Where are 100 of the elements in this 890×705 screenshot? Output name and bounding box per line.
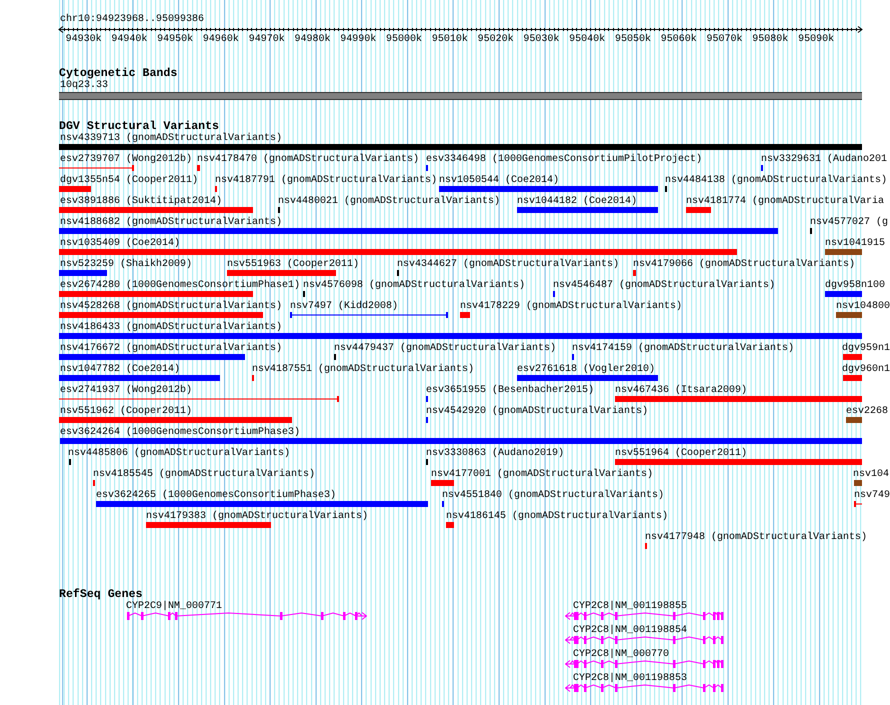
variant-label[interactable]: nsv4339713 (gnomADStructuralVariants) bbox=[60, 133, 282, 144]
variant-label[interactable]: nsv4484138 (gnomADStructuralVariants) bbox=[665, 175, 888, 186]
variant-label[interactable]: nsv4179383 (gnomADStructuralVariants) bbox=[146, 511, 368, 522]
variant-bar[interactable] bbox=[227, 270, 336, 276]
variant-label[interactable]: nsv4177948 (gnomADStructuralVariants) bbox=[645, 532, 868, 543]
variant-bar[interactable] bbox=[197, 165, 200, 171]
variant-label[interactable]: esv3624264 (1000GenomesConsortiumPhase3) bbox=[60, 427, 300, 438]
gene-label[interactable]: CYP2C9|NM_000771 bbox=[126, 601, 222, 612]
variant-label[interactable]: nsv4186145 (gnomADStructuralVariants) bbox=[446, 511, 668, 522]
variant-label[interactable]: nsv4177001 (gnomADStructuralVariants) bbox=[431, 469, 654, 480]
variant-label[interactable]: esv3624265 (1000GenomesConsortiumPhase3) bbox=[96, 490, 336, 501]
variant-label[interactable]: nsv4576098 (gnomADStructuralVariants) bbox=[303, 280, 526, 291]
variant-label[interactable]: dgv959n1 bbox=[842, 343, 890, 354]
variant-label[interactable]: nsv4185545 (gnomADStructuralVariants) bbox=[93, 469, 316, 480]
variant-label[interactable]: nsv104800 bbox=[836, 301, 890, 312]
variant-label[interactable]: nsv4528268 (gnomADStructuralVariants) bbox=[60, 301, 282, 312]
variant-label[interactable]: nsv1044182 (Coe2014) bbox=[517, 196, 638, 207]
variant-label[interactable]: esv3346498 (1000GenomesConsortiumPilotProject) bbox=[426, 154, 702, 165]
variant-label[interactable]: nsv4187551 (gnomADStructuralVariants) bbox=[252, 364, 474, 375]
variant-label[interactable]: nsv4178470 (gnomADStructuralVariants) bbox=[197, 154, 420, 165]
variant-label[interactable]: esv2761618 (Vogler2010) bbox=[517, 364, 656, 375]
variant-label[interactable]: nsv1035409 (Coe2014) bbox=[60, 238, 180, 249]
variant-bar[interactable] bbox=[843, 375, 862, 381]
variant-bar[interactable] bbox=[615, 396, 862, 402]
variant-label[interactable]: nsv3329631 (Audano201 bbox=[761, 154, 888, 165]
variant-label[interactable]: nsv4179066 (gnomADStructuralVariants) bbox=[633, 259, 856, 270]
variant-bar[interactable] bbox=[59, 375, 220, 381]
variant-bar[interactable] bbox=[59, 207, 253, 213]
variant-label[interactable]: nsv523259 (Shaikh2009) bbox=[60, 259, 192, 270]
gene-label[interactable]: CYP2C8|NM_001198855 bbox=[573, 601, 688, 612]
variant-label[interactable]: nsv4485806 (gnomADStructuralVariants) bbox=[68, 448, 290, 459]
variant-label[interactable]: nsv4546487 (gnomADStructuralVariants) bbox=[553, 280, 776, 291]
variant-label[interactable]: esv2268 bbox=[846, 406, 888, 417]
variant-label[interactable]: nsv4480021 (gnomADStructuralVariants) bbox=[278, 196, 500, 207]
variant-bar[interactable] bbox=[517, 207, 658, 213]
variant-bar[interactable] bbox=[843, 354, 862, 360]
variant-label[interactable]: nsv1050544 (Coe2014) bbox=[439, 175, 560, 186]
variant-bar[interactable] bbox=[517, 375, 658, 381]
variant-bar[interactable] bbox=[59, 291, 253, 297]
variant-label[interactable]: nsv4577027 (g bbox=[810, 217, 888, 228]
variant-bar[interactable] bbox=[446, 522, 454, 528]
variant-bar[interactable] bbox=[59, 333, 862, 339]
variant-label[interactable]: nsv104 bbox=[853, 469, 890, 480]
variant-bar[interactable] bbox=[825, 291, 862, 297]
variant-label[interactable]: nsv467436 (Itsara2009) bbox=[615, 385, 748, 396]
variant-bar[interactable] bbox=[96, 501, 428, 507]
variant-label[interactable]: nsv4178229 (gnomADStructuralVariants) bbox=[460, 301, 682, 312]
variant-bar[interactable] bbox=[59, 144, 862, 150]
variant-label[interactable]: nsv4551840 (gnomADStructuralVariants) bbox=[442, 490, 664, 501]
variant-bar[interactable] bbox=[439, 186, 658, 192]
variant-bar[interactable] bbox=[59, 186, 91, 192]
variant-bar[interactable] bbox=[59, 354, 245, 360]
variant-bar[interactable] bbox=[59, 249, 737, 255]
variant-bar[interactable] bbox=[60, 438, 862, 444]
variant-label[interactable]: dgv1355n54 (Cooper2011) bbox=[60, 175, 198, 186]
variant-bar[interactable] bbox=[59, 270, 107, 276]
variant-bar[interactable] bbox=[431, 480, 454, 486]
variant-span-line[interactable] bbox=[290, 312, 448, 318]
variant-label[interactable]: nsv551963 (Cooper2011) bbox=[227, 259, 360, 270]
variant-label[interactable]: nsv4344627 (gnomADStructuralVariants) bbox=[397, 259, 620, 270]
variant-label[interactable]: nsv551964 (Cooper2011) bbox=[615, 448, 748, 459]
variant-label[interactable]: nsv7497 (Kidd2008) bbox=[290, 301, 398, 312]
variant-bar[interactable] bbox=[615, 459, 862, 465]
variant-label[interactable]: nsv4181774 (gnomADStructuralVaria bbox=[686, 196, 884, 207]
variant-label[interactable]: nsv4176672 (gnomADStructuralVariants) bbox=[60, 343, 282, 354]
variant-bar[interactable] bbox=[59, 417, 292, 423]
gene-model-drawing[interactable] bbox=[126, 611, 367, 621]
variant-label[interactable]: nsv4174159 (gnomADStructuralVariants) bbox=[572, 343, 794, 354]
variant-label[interactable]: esv2674280 (1000GenomesConsortiumPhase1) bbox=[60, 280, 300, 291]
variant-label[interactable]: nsv4542920 (gnomADStructuralVariants) bbox=[426, 406, 648, 417]
gene-label[interactable]: CYP2C8|NM_001198854 bbox=[573, 625, 688, 636]
variant-label[interactable]: nsv4188682 (gnomADStructuralVariants) bbox=[60, 217, 282, 228]
gene-label[interactable]: CYP2C8|NM_000770 bbox=[573, 649, 670, 660]
variant-label[interactable]: esv3891886 (Suktitipat2014) bbox=[60, 196, 222, 207]
variant-label[interactable]: nsv1041915 bbox=[825, 238, 886, 249]
variant-bar[interactable] bbox=[59, 312, 263, 318]
variant-bar[interactable] bbox=[686, 207, 711, 213]
variant-bar[interactable] bbox=[59, 228, 778, 234]
variant-label[interactable]: esv2739707 (Wong2012b) bbox=[60, 154, 192, 165]
variant-label[interactable]: nsv4479437 (gnomADStructuralVariants) bbox=[334, 343, 556, 354]
variant-bar[interactable] bbox=[460, 312, 470, 318]
variant-label[interactable]: dgv960n1 bbox=[842, 364, 890, 375]
variant-bar[interactable] bbox=[836, 312, 862, 318]
variant-label[interactable]: nsv3330863 (Audano2019) bbox=[426, 448, 564, 459]
variant-label[interactable]: nsv4187791 (gnomADStructuralVariants) bbox=[215, 175, 438, 186]
variant-bar[interactable] bbox=[854, 480, 862, 486]
variant-bar[interactable] bbox=[825, 249, 862, 255]
variant-label[interactable]: dgv958n100 bbox=[825, 280, 886, 291]
variant-span-line[interactable] bbox=[59, 396, 339, 402]
variant-label[interactable]: esv2741937 (Wong2012b) bbox=[60, 385, 192, 396]
variant-bar[interactable] bbox=[846, 417, 862, 423]
variant-label[interactable]: nsv551962 (Cooper2011) bbox=[60, 406, 192, 417]
variant-label[interactable]: nsv4186433 (gnomADStructuralVariants) bbox=[60, 322, 282, 333]
variant-span-line[interactable] bbox=[59, 165, 134, 171]
variant-span-line[interactable] bbox=[854, 501, 862, 507]
variant-label[interactable]: esv3651955 (Besenbacher2015) bbox=[426, 385, 594, 396]
gene-label[interactable]: CYP2C8|NM_001198853 bbox=[573, 673, 688, 684]
variant-bar[interactable] bbox=[633, 270, 636, 276]
variant-bar[interactable] bbox=[146, 522, 271, 528]
variant-label[interactable]: nsv1047782 (Coe2014) bbox=[60, 364, 180, 375]
